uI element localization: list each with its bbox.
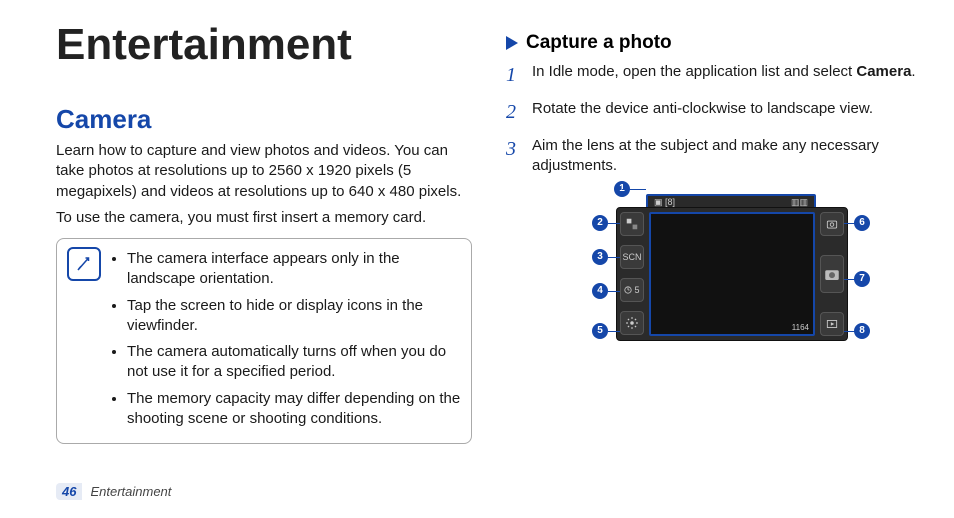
subheading-capture-photo: Capture a photo [526, 32, 672, 54]
step-fragment: . [911, 63, 915, 80]
note-box: The camera interface appears only in the… [56, 238, 472, 444]
leader-line [844, 331, 856, 332]
gallery-play-icon [820, 312, 844, 336]
right-toolbar [817, 208, 847, 340]
step-fragment: In Idle mode, open the application list … [532, 63, 856, 80]
callout-2: 2 [592, 215, 608, 231]
prerequisite-text: To use the camera, you must first insert… [56, 208, 472, 228]
leader-line [608, 257, 620, 258]
step-item: 1 In Idle mode, open the application lis… [506, 62, 922, 89]
step-number: 3 [506, 136, 522, 177]
note-bullet: The camera automatically turns off when … [127, 342, 461, 383]
switch-camera-icon [820, 212, 844, 236]
section-heading-camera: Camera [56, 104, 472, 135]
step-item: 2 Rotate the device anti-clockwise to la… [506, 99, 922, 126]
step-number: 1 [506, 62, 522, 89]
viewfinder: 1164 [649, 212, 815, 336]
left-toolbar: SCN 5 [617, 208, 647, 340]
callout-3: 3 [592, 249, 608, 265]
callout-8: 8 [854, 323, 870, 339]
left-column: Entertainment Camera Learn how to captur… [56, 20, 472, 444]
note-bullet: Tap the screen to hide or display icons … [127, 296, 461, 337]
leader-line [608, 291, 620, 292]
callout-7: 7 [854, 271, 870, 287]
settings-gear-icon [620, 311, 644, 335]
step-number: 2 [506, 99, 522, 126]
note-bullet-list: The camera interface appears only in the… [111, 247, 461, 435]
leader-line [608, 223, 620, 224]
steps-list: 1 In Idle mode, open the application lis… [506, 62, 922, 177]
step-text: In Idle mode, open the application list … [532, 62, 916, 89]
camera-diagram: ▣ [8] ▥▥ SCN 5 [564, 187, 864, 357]
camera-screen: SCN 5 1164 [616, 207, 848, 341]
shots-remaining: 1164 [792, 323, 809, 332]
mode-switch-icon [620, 212, 644, 236]
intro-paragraph: Learn how to capture and view photos and… [56, 141, 472, 202]
shutter-button-icon [820, 255, 844, 293]
leader-line [844, 279, 856, 280]
note-bullet: The memory capacity may differ depending… [127, 389, 461, 430]
subheading-row: Capture a photo [506, 32, 922, 54]
step-text: Rotate the device anti-clockwise to land… [532, 99, 873, 126]
note-bullet: The camera interface appears only in the… [127, 249, 461, 290]
page-footer: 46 Entertainment [56, 483, 171, 500]
scene-mode-button: SCN [620, 245, 644, 269]
callout-6: 6 [854, 215, 870, 231]
leader-line [622, 189, 646, 190]
footer-section-label: Entertainment [82, 484, 171, 499]
step-bold: Camera [856, 63, 911, 80]
callout-4: 4 [592, 283, 608, 299]
page-title: Entertainment [56, 20, 472, 70]
page-number: 46 [56, 483, 82, 500]
manual-page: Entertainment Camera Learn how to captur… [0, 0, 954, 518]
timer-button: 5 [620, 278, 644, 302]
leader-line [608, 331, 620, 332]
callout-5: 5 [592, 323, 608, 339]
right-column: Capture a photo 1 In Idle mode, open the… [506, 20, 922, 444]
step-item: 3 Aim the lens at the subject and make a… [506, 136, 922, 177]
leader-line [844, 223, 856, 224]
note-icon [67, 247, 101, 281]
step-text: Aim the lens at the subject and make any… [532, 136, 922, 177]
timer-value: 5 [634, 285, 639, 295]
chevron-right-icon [506, 36, 518, 50]
